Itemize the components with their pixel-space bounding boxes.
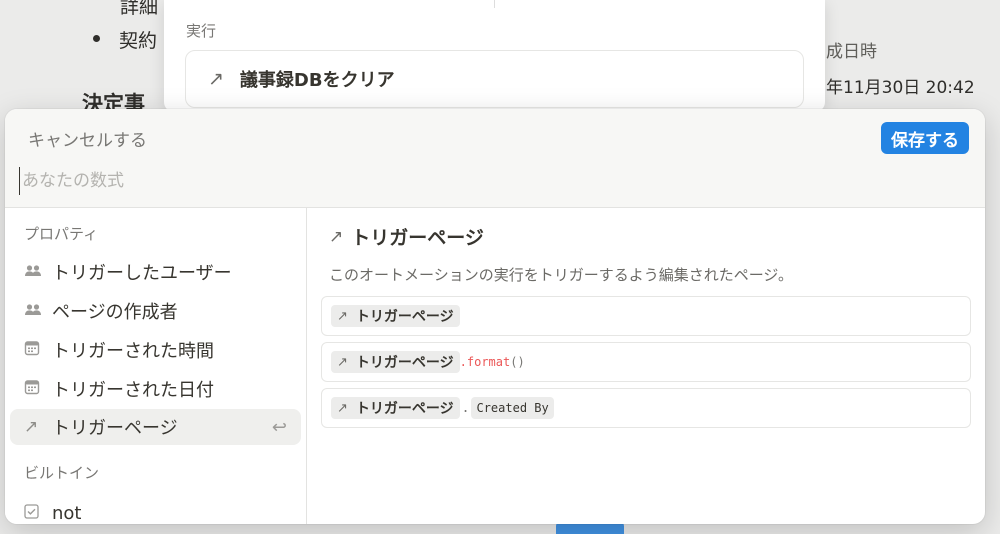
- property-item-label: トリガーしたユーザー: [52, 263, 232, 284]
- save-button[interactable]: 保存する: [881, 122, 969, 154]
- chip-label: トリガーページ: [355, 401, 454, 417]
- detail-description: このオートメーションの実行をトリガーするよう編集されたページ。: [329, 266, 793, 284]
- background-bullet-text: 契約: [119, 30, 158, 52]
- calendar-icon: [24, 340, 52, 360]
- enter-icon: ↩: [271, 416, 287, 438]
- people-icon: [24, 302, 52, 321]
- property-item-page-creator[interactable]: ページの作成者: [10, 293, 301, 329]
- properties-section-title: プロパティ: [24, 225, 99, 243]
- arrow-up-right-icon: ↗: [208, 68, 224, 90]
- chip-label: トリガーページ: [355, 355, 454, 371]
- checkbox-icon: [24, 503, 52, 523]
- property-item-trigger-time[interactable]: トリガーされた時間: [10, 332, 301, 368]
- formula-input[interactable]: [19, 167, 959, 195]
- editor-header: キャンセルする 保存する: [5, 109, 985, 208]
- created-time-value: 年11月30日 20:42: [826, 78, 975, 98]
- exec-section-label: 実行: [186, 22, 217, 40]
- bullet-dot: [93, 35, 100, 42]
- formula-editor: キャンセルする 保存する プロパティ トリガーしたユーザーページの作成者トリガー…: [5, 109, 985, 524]
- property-item-trigger-user[interactable]: トリガーしたユーザー: [10, 254, 301, 290]
- divider: [494, 0, 495, 8]
- builtin-section-title: ビルトイン: [24, 464, 100, 482]
- arrow-up-right-icon: ↗: [337, 400, 348, 416]
- cancel-button[interactable]: キャンセルする: [28, 126, 147, 151]
- arrow-up-right-icon: ↗: [337, 308, 348, 324]
- detail-panel: ↗ トリガーページ このオートメーションの実行をトリガーするよう編集されたページ…: [307, 208, 985, 524]
- suggestion-list: プロパティ トリガーしたユーザー ページの作成者トリガーされた時間 トリガーされた日…: [5, 208, 307, 524]
- relation-arrow-icon: ↗: [24, 417, 39, 437]
- exec-menu: 実行 ↗ 議事録DBをクリア: [164, 0, 825, 112]
- property-item-label: トリガーページ: [52, 418, 178, 439]
- property-item-label: トリガーされた日付: [52, 380, 214, 401]
- example-3[interactable]: ↗ トリガーページ . Created By: [321, 388, 971, 428]
- arrow-up-right-icon: ↗: [337, 354, 348, 370]
- format-parens: (): [510, 355, 525, 369]
- background-text: 詳細: [120, 0, 159, 18]
- trigger-page-chip: ↗ トリガーページ: [331, 397, 460, 419]
- trigger-page-chip: ↗ トリガーページ: [331, 305, 460, 327]
- created-by-chip: Created By: [471, 397, 554, 419]
- property-item-trigger-page[interactable]: ↗ トリガーページ ↩: [10, 409, 301, 445]
- property-item-trigger-date[interactable]: トリガーされた日付: [10, 371, 301, 407]
- arrow-up-right-icon: ↗: [329, 226, 344, 247]
- property-item-label: トリガーされた時間: [52, 341, 214, 362]
- format-method: .format: [459, 355, 511, 369]
- calendar-icon: [24, 379, 52, 399]
- clear-db-label: 議事録DBをクリア: [239, 70, 395, 91]
- example-1[interactable]: ↗ トリガーページ: [321, 296, 971, 336]
- clear-db-item[interactable]: ↗ 議事録DBをクリア: [185, 50, 804, 108]
- dot-operator: .: [461, 400, 470, 416]
- detail-title: ↗ トリガーページ: [329, 223, 484, 250]
- trigger-page-chip: ↗ トリガーページ: [331, 351, 460, 373]
- property-item-label: ページの作成者: [52, 302, 178, 323]
- people-icon: [24, 263, 52, 282]
- builtin-item-label: not: [52, 502, 82, 524]
- example-2[interactable]: ↗ トリガーページ .format (): [321, 342, 971, 382]
- created-time-label: 成日時: [826, 42, 877, 62]
- detail-title-text: トリガーページ: [351, 227, 484, 249]
- chip-label: トリガーページ: [355, 309, 454, 325]
- builtin-item-not[interactable]: not: [10, 495, 301, 524]
